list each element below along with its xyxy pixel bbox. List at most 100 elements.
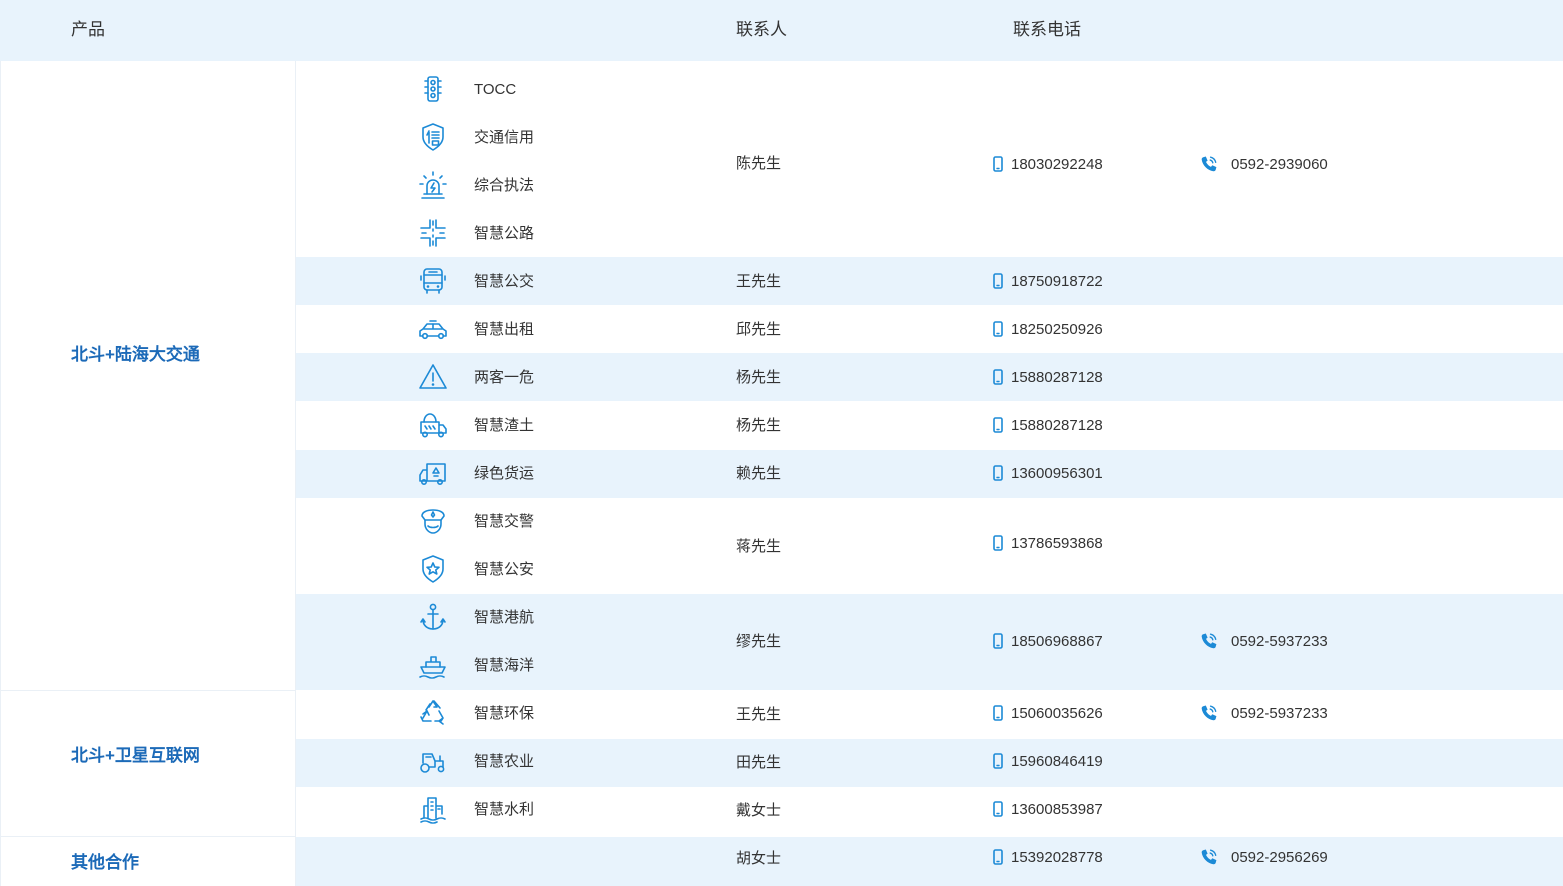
mobile-text: 15960846419 bbox=[1011, 753, 1103, 770]
mobile-text: 15880287128 bbox=[1011, 417, 1103, 434]
product-name: 交通信用 bbox=[474, 129, 535, 146]
product-name: 智慧农业 bbox=[474, 753, 535, 770]
contact-person: 王先生 bbox=[736, 706, 782, 723]
mobile-text: 18506968867 bbox=[1011, 633, 1103, 650]
telephone-icon bbox=[1200, 848, 1218, 866]
header-phone: 联系电话 bbox=[1013, 20, 1081, 39]
tractor-icon bbox=[417, 745, 449, 777]
landline-text: 0592-5937233 bbox=[1231, 705, 1328, 722]
mobile-number[interactable]: 15880287128 bbox=[993, 416, 1103, 436]
mobile-text: 18750918722 bbox=[1011, 273, 1103, 290]
landline-number[interactable]: 0592-2939060 bbox=[1200, 155, 1328, 175]
contact-person: 田先生 bbox=[736, 754, 782, 771]
mobile-number[interactable]: 13786593868 bbox=[993, 534, 1103, 554]
contact-person: 缪先生 bbox=[736, 633, 782, 650]
mobile-text: 13786593868 bbox=[1011, 535, 1103, 552]
contact-person: 杨先生 bbox=[736, 417, 782, 434]
recycle-icon bbox=[417, 697, 449, 729]
warning-triangle-icon bbox=[417, 361, 449, 393]
row-band bbox=[296, 837, 1563, 886]
contact-person: 邱先生 bbox=[736, 321, 782, 338]
mobile-number[interactable]: 18030292248 bbox=[993, 155, 1103, 175]
mobile-text: 13600853987 bbox=[1011, 801, 1103, 818]
road-crossing-icon bbox=[417, 217, 449, 249]
landline-text: 0592-5937233 bbox=[1231, 633, 1328, 650]
landline-number[interactable]: 0592-5937233 bbox=[1200, 704, 1328, 724]
table-border bbox=[0, 61, 1, 886]
mobile-phone-icon bbox=[993, 535, 1003, 551]
mobile-phone-icon bbox=[993, 753, 1003, 769]
column-divider bbox=[295, 61, 296, 886]
mobile-phone-icon bbox=[993, 705, 1003, 721]
product-name: 绿色货运 bbox=[474, 465, 535, 482]
product-name: 智慧港航 bbox=[474, 609, 535, 626]
traffic-light-icon bbox=[417, 73, 449, 105]
header-contact: 联系人 bbox=[736, 20, 787, 39]
mobile-number[interactable]: 18750918722 bbox=[993, 272, 1103, 292]
mobile-number[interactable]: 18250250926 bbox=[993, 320, 1103, 340]
mobile-number[interactable]: 15060035626 bbox=[993, 704, 1103, 724]
mobile-number[interactable]: 13600956301 bbox=[993, 464, 1103, 484]
telephone-icon bbox=[1200, 155, 1218, 173]
product-name: 智慧交警 bbox=[474, 513, 535, 530]
category-other: 其他合作 bbox=[71, 853, 139, 872]
product-name: 两客一危 bbox=[474, 369, 535, 386]
header-product: 产品 bbox=[71, 20, 105, 39]
mobile-phone-icon bbox=[993, 321, 1003, 337]
taxi-icon bbox=[417, 313, 449, 345]
mobile-text: 18030292248 bbox=[1011, 156, 1103, 173]
mobile-number[interactable]: 15392028778 bbox=[993, 848, 1103, 868]
contact-person: 胡女士 bbox=[736, 850, 782, 867]
landline-text: 0592-2939060 bbox=[1231, 156, 1328, 173]
mobile-text: 15880287128 bbox=[1011, 369, 1103, 386]
contact-person: 蒋先生 bbox=[736, 538, 782, 555]
ship-icon bbox=[417, 649, 449, 681]
anchor-icon bbox=[417, 601, 449, 633]
landline-text: 0592-2956269 bbox=[1231, 849, 1328, 866]
mobile-phone-icon bbox=[993, 633, 1003, 649]
mobile-phone-icon bbox=[993, 849, 1003, 865]
credit-badge-icon bbox=[417, 121, 449, 153]
mobile-text: 15392028778 bbox=[1011, 849, 1103, 866]
product-name: 智慧出租 bbox=[474, 321, 535, 338]
product-name: 综合执法 bbox=[474, 177, 535, 194]
mobile-phone-icon bbox=[993, 801, 1003, 817]
product-name: 智慧公安 bbox=[474, 561, 535, 578]
mobile-phone-icon bbox=[993, 369, 1003, 385]
product-name: 智慧公路 bbox=[474, 225, 535, 242]
mobile-text: 13600956301 bbox=[1011, 465, 1103, 482]
telephone-icon bbox=[1200, 704, 1218, 722]
telephone-icon bbox=[1200, 632, 1218, 650]
product-name: 智慧渣土 bbox=[474, 417, 535, 434]
police-cap-icon bbox=[417, 505, 449, 537]
table-header: 产品 联系人 联系电话 bbox=[0, 0, 1563, 61]
category-divider bbox=[0, 836, 296, 837]
product-name: 智慧水利 bbox=[474, 801, 535, 818]
muck-truck-icon bbox=[417, 409, 449, 441]
mobile-text: 18250250926 bbox=[1011, 321, 1103, 338]
contact-person: 杨先生 bbox=[736, 369, 782, 386]
mobile-phone-icon bbox=[993, 273, 1003, 289]
mobile-number[interactable]: 13600853987 bbox=[993, 800, 1103, 820]
mobile-text: 15060035626 bbox=[1011, 705, 1103, 722]
product-name: TOCC bbox=[474, 81, 517, 98]
contact-person: 王先生 bbox=[736, 273, 782, 290]
landline-number[interactable]: 0592-5937233 bbox=[1200, 632, 1328, 652]
contact-person: 戴女士 bbox=[736, 802, 782, 819]
bus-icon bbox=[417, 265, 449, 297]
product-name: 智慧海洋 bbox=[474, 657, 535, 674]
category-transport: 北斗+陆海大交通 bbox=[71, 345, 200, 364]
contact-person: 赖先生 bbox=[736, 465, 782, 482]
category-satellite-internet: 北斗+卫星互联网 bbox=[71, 746, 200, 765]
mobile-phone-icon bbox=[993, 417, 1003, 433]
mobile-number[interactable]: 18506968867 bbox=[993, 632, 1103, 652]
mobile-phone-icon bbox=[993, 465, 1003, 481]
product-name: 智慧公交 bbox=[474, 273, 535, 290]
mobile-phone-icon bbox=[993, 156, 1003, 172]
mobile-number[interactable]: 15880287128 bbox=[993, 368, 1103, 388]
alarm-light-icon bbox=[417, 169, 449, 201]
product-name: 智慧环保 bbox=[474, 705, 535, 722]
mobile-number[interactable]: 15960846419 bbox=[993, 752, 1103, 772]
category-divider bbox=[0, 690, 296, 691]
landline-number[interactable]: 0592-2956269 bbox=[1200, 848, 1328, 868]
